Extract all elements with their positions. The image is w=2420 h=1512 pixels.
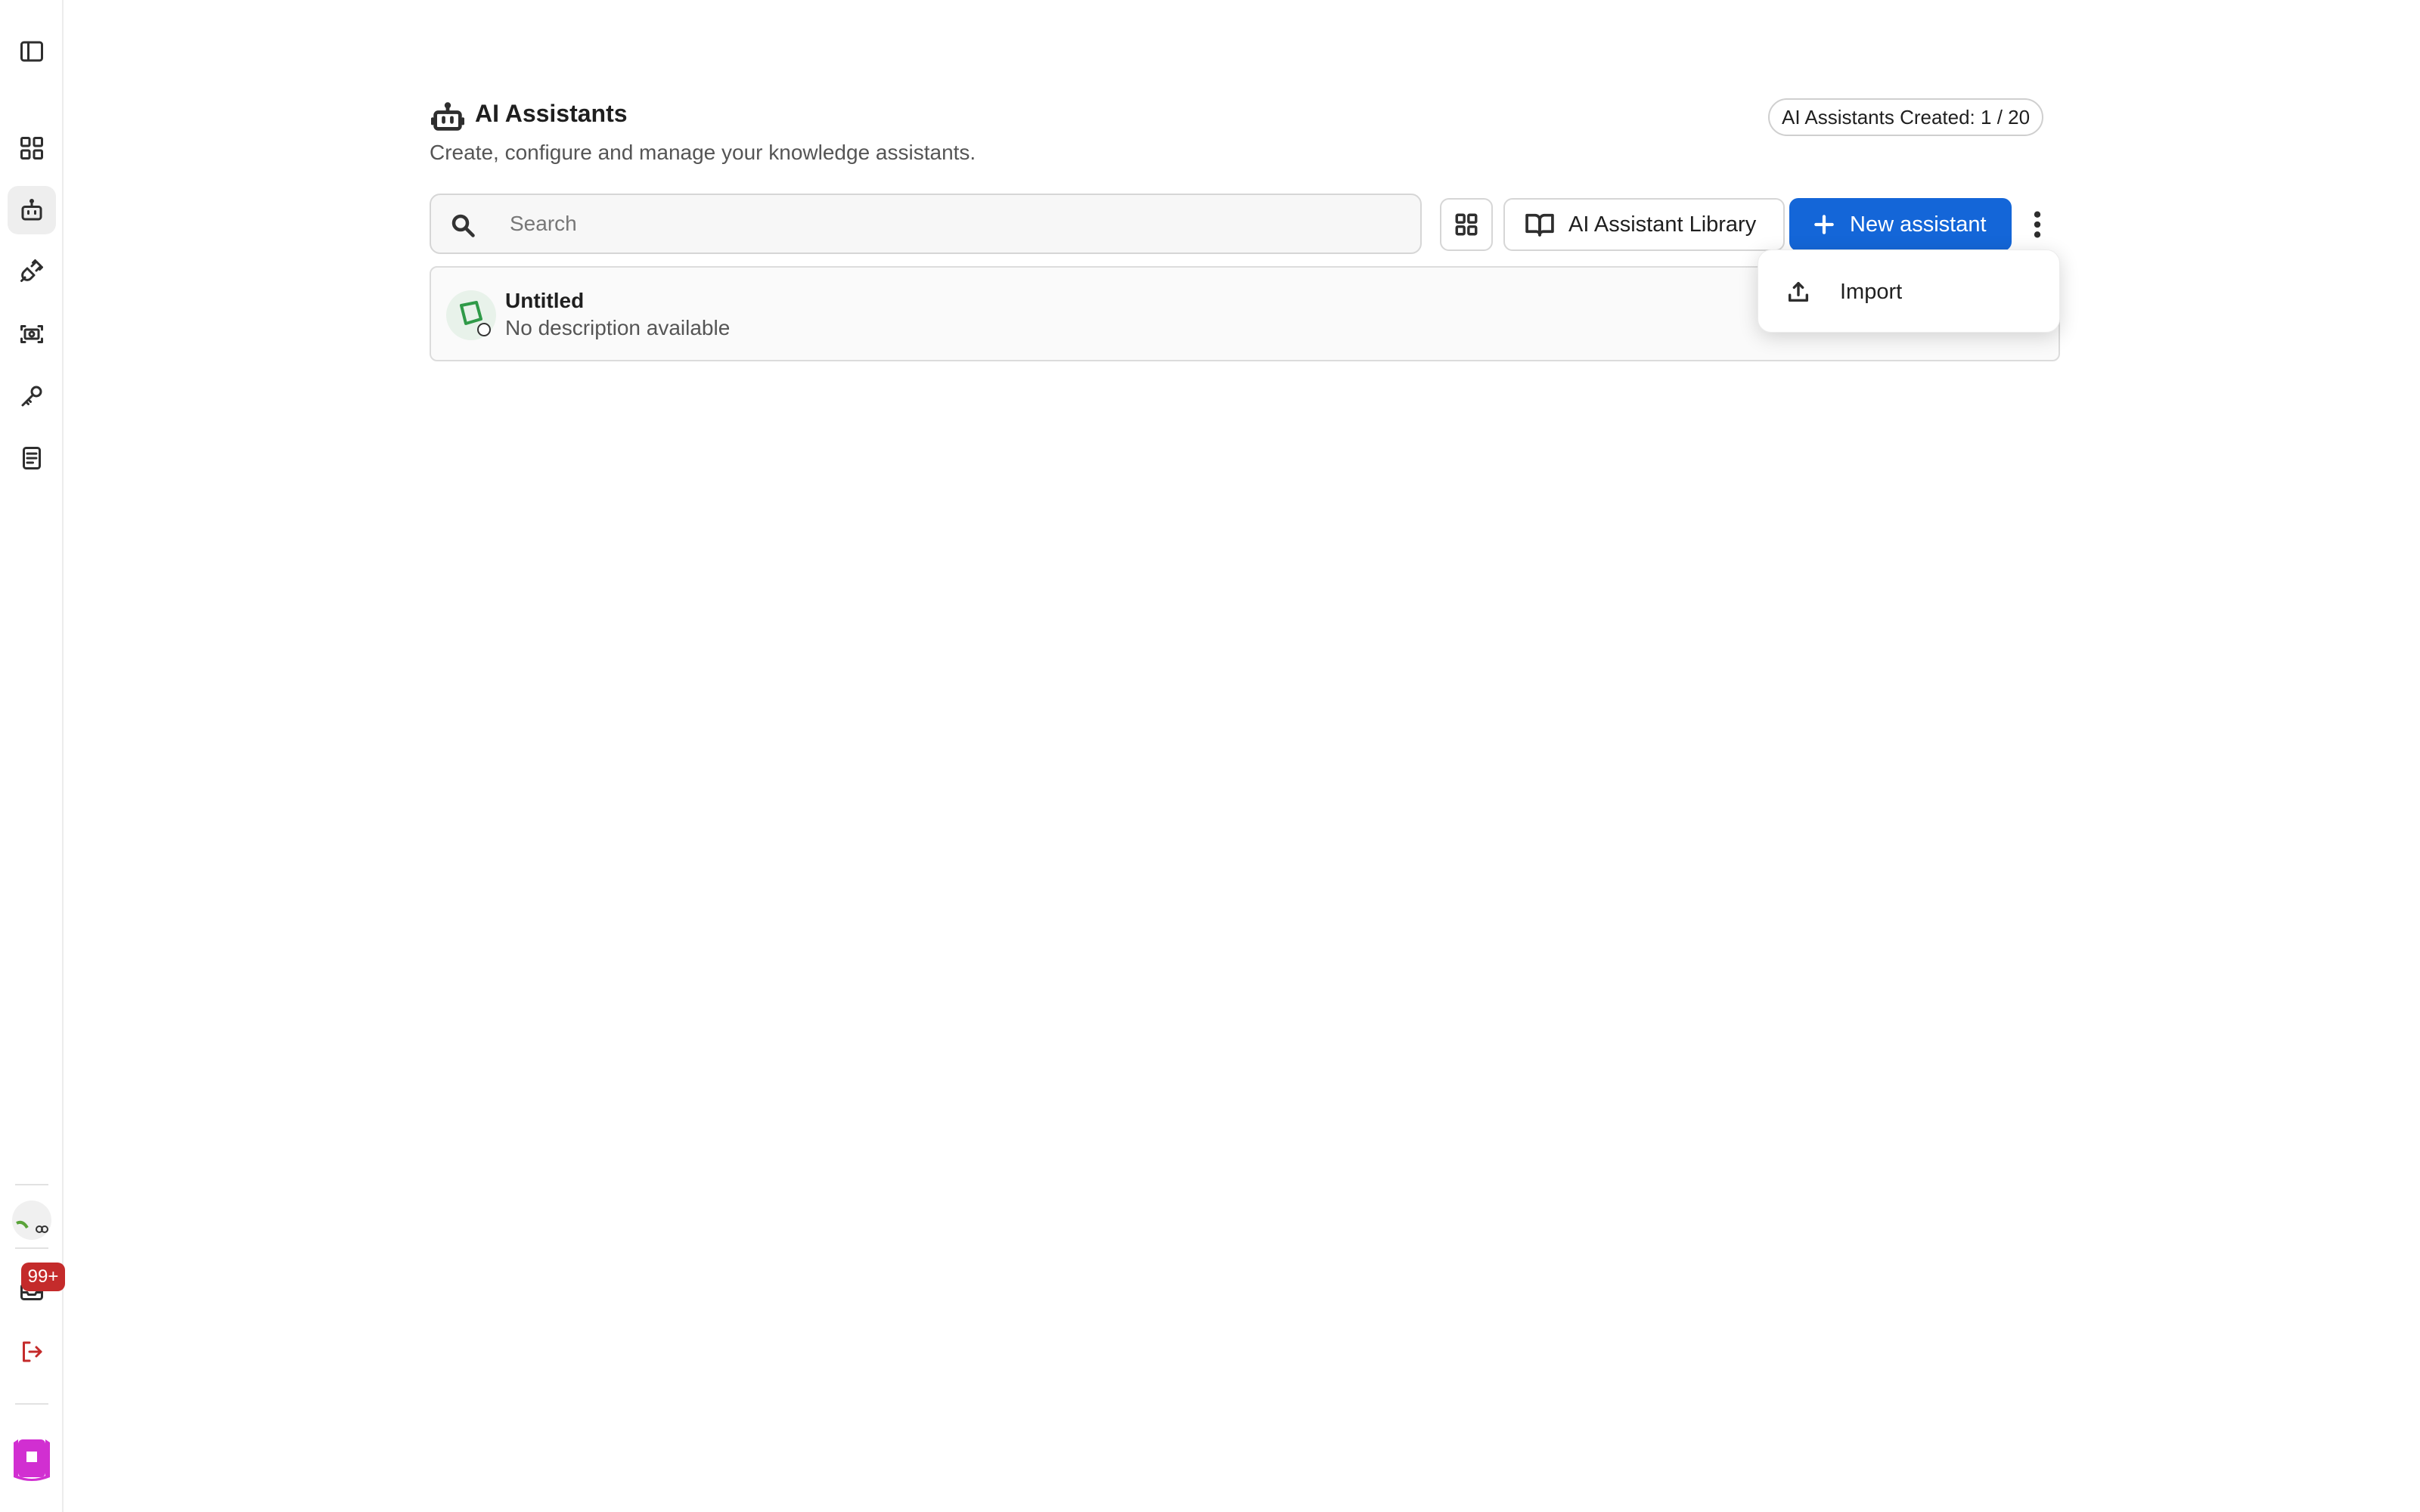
- assistant-library-label: AI Assistant Library: [1568, 212, 1757, 237]
- sidebar-divider: [15, 1403, 48, 1405]
- new-assistant-label: New assistant: [1850, 212, 1987, 237]
- plus-icon: [1814, 215, 1834, 234]
- assistant-title: Untitled: [505, 289, 585, 312]
- grid-icon: [1455, 213, 1478, 236]
- workspace-avatar[interactable]: [12, 1201, 51, 1240]
- screenshot-icon[interactable]: [8, 310, 56, 358]
- logout-icon[interactable]: [8, 1328, 56, 1376]
- sidebar-divider: [15, 1184, 48, 1185]
- menu-item-label: Import: [1840, 279, 1903, 304]
- assistant-avatar: [446, 290, 496, 340]
- dashboard-grid-icon[interactable]: [8, 124, 56, 172]
- page-title: AI Assistants: [475, 100, 628, 127]
- plug-icon[interactable]: [8, 246, 56, 295]
- assistant-description: No description available: [505, 316, 731, 339]
- page-subtitle: Create, configure and manage your knowle…: [430, 141, 976, 164]
- sidebar: 99+: [0, 0, 65, 1512]
- search-icon: [451, 214, 475, 237]
- quota-badge: AI Assistants Created: 1 / 20: [1768, 98, 2044, 136]
- notification-badge: 99+: [21, 1263, 65, 1291]
- new-assistant-button[interactable]: New assistant: [1789, 198, 2012, 251]
- document-icon[interactable]: [8, 434, 56, 482]
- search-input[interactable]: [510, 195, 1402, 253]
- app-logo[interactable]: [11, 1436, 53, 1482]
- sidebar-divider: [15, 1247, 48, 1249]
- robot-icon[interactable]: [8, 186, 56, 234]
- search-box: [430, 194, 1422, 254]
- upload-icon: [1788, 281, 1809, 302]
- menu-item-import[interactable]: Import: [1770, 262, 2049, 321]
- assistant-library-button[interactable]: AI Assistant Library: [1503, 198, 1785, 251]
- sidebar-toggle-icon[interactable]: [8, 27, 56, 76]
- more-options-button[interactable]: [2021, 198, 2054, 251]
- kebab-icon: [2034, 211, 2041, 238]
- key-icon[interactable]: [8, 372, 56, 420]
- robot-icon: [430, 101, 465, 132]
- grid-view-button[interactable]: [1440, 198, 1493, 251]
- more-options-menu: Import: [1758, 249, 2060, 333]
- book-open-icon: [1525, 213, 1554, 237]
